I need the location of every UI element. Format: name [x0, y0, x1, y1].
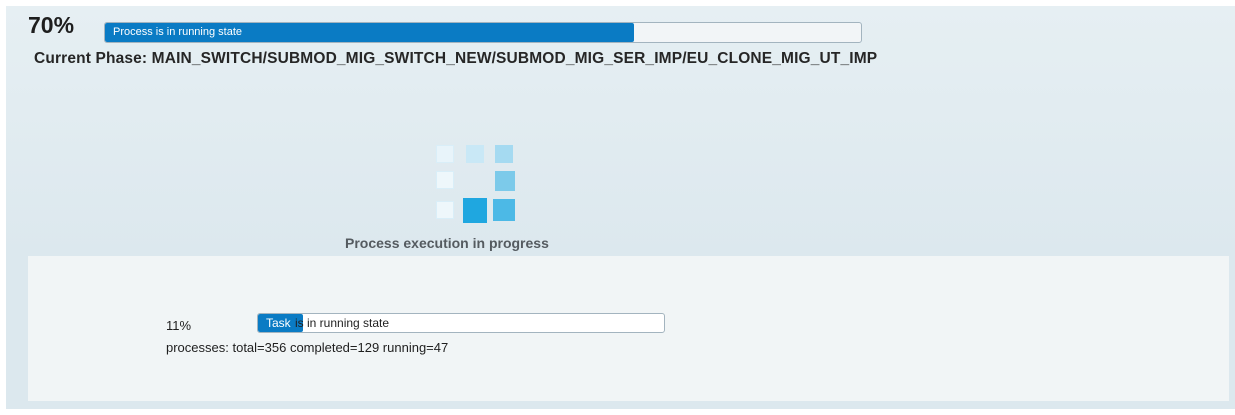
task-progress-label: is in running state [295, 316, 390, 330]
overall-progress-bar: Process is in running state [104, 22, 862, 43]
task-progress-label-highlight: Task [266, 316, 291, 330]
spinner-square [493, 199, 515, 221]
overall-progress-percent: 70% [28, 12, 75, 38]
spinner-square [436, 201, 454, 219]
spinner-square [495, 171, 515, 191]
header-background [6, 6, 1235, 258]
process-execution-caption: Process execution in progress [345, 235, 549, 251]
task-progress-bar: Task is in running state [257, 313, 665, 333]
current-phase-text: Current Phase: MAIN_SWITCH/SUBMOD_MIG_SW… [34, 50, 878, 67]
spinner-square [495, 145, 513, 163]
spinner-square [463, 198, 487, 223]
task-progress-percent: 11% [166, 318, 192, 333]
spinner-square [436, 171, 454, 189]
loading-spinner-icon [434, 143, 518, 227]
spinner-square [466, 145, 484, 163]
overall-progress-label: Process is in running state [113, 26, 243, 38]
processes-summary: processes: total=356 completed=129 runni… [166, 340, 449, 355]
spinner-square [436, 145, 454, 163]
